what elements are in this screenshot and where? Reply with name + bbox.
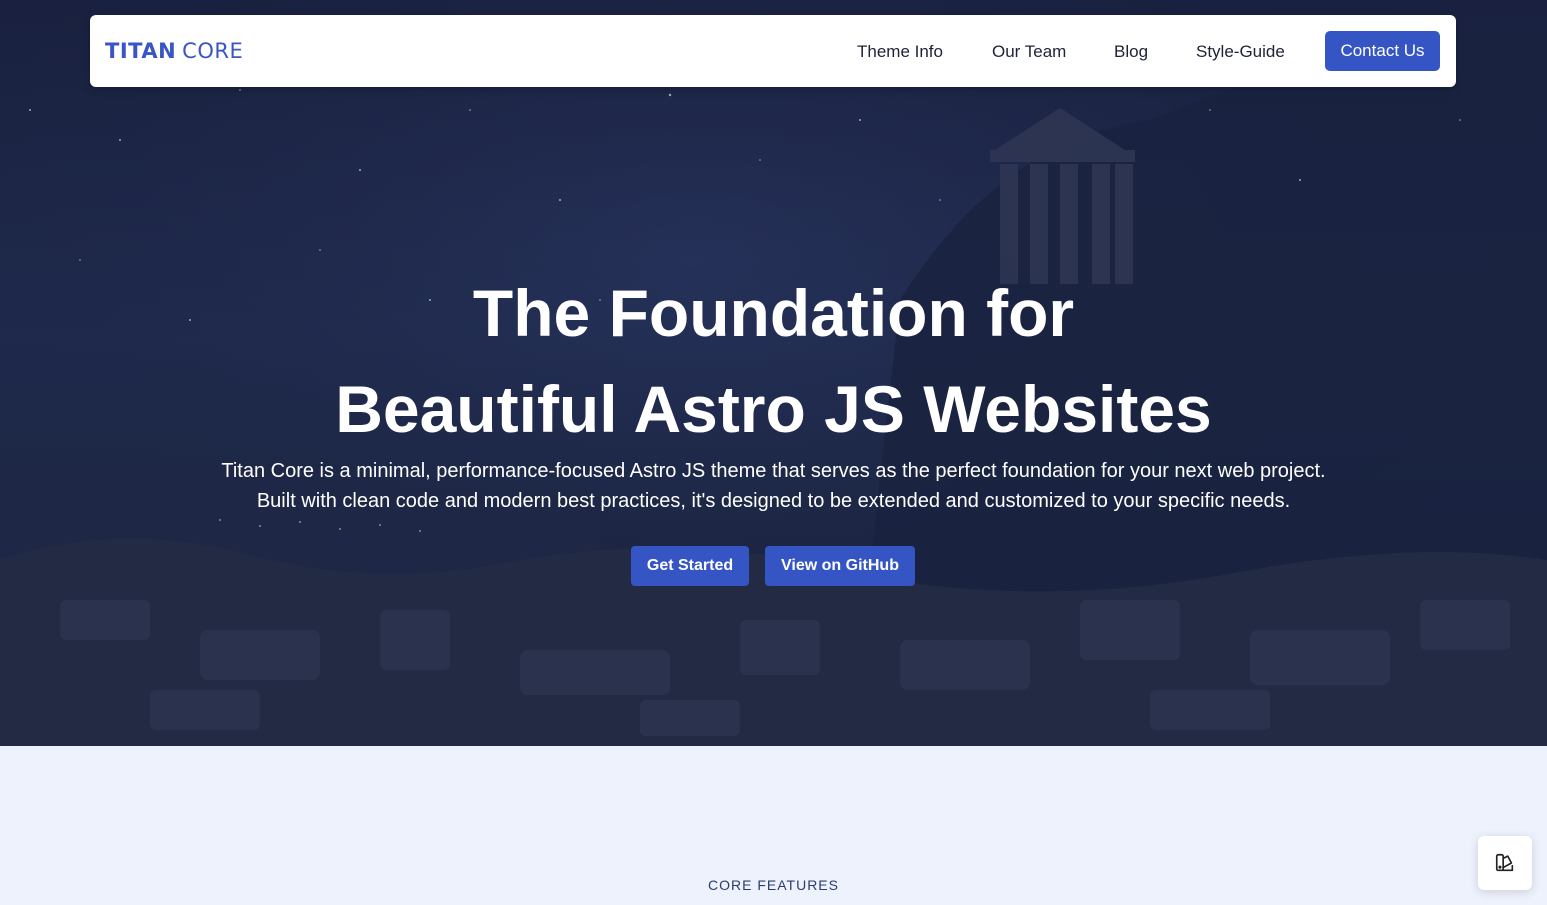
get-started-button[interactable]: Get Started (631, 546, 749, 586)
hero-description-line-1: Titan Core is a minimal, performance-foc… (221, 460, 1326, 482)
hero-section: The Foundation for Beautiful Astro JS We… (0, 0, 1547, 746)
nav-link-blog[interactable]: Blog (1114, 41, 1148, 63)
contact-us-button[interactable]: Contact Us (1325, 31, 1440, 71)
hero-title-line-1: The Foundation for (472, 276, 1075, 350)
hero-title-line-2: Beautiful Astro JS Websites (335, 372, 1212, 446)
site-logo[interactable]: TITAN CORE (105, 38, 243, 64)
nav-link-our-team[interactable]: Our Team (992, 41, 1066, 63)
hero-title: The Foundation for Beautiful Astro JS We… (0, 265, 1547, 457)
logo-text-core: CORE (182, 39, 244, 63)
nav-link-theme-info[interactable]: Theme Info (857, 41, 943, 63)
nav-link-style-guide[interactable]: Style-Guide (1196, 41, 1285, 63)
logo-text-titan: TITAN (105, 39, 177, 63)
hero-description: Titan Core is a minimal, performance-foc… (0, 456, 1547, 516)
palette-icon (1495, 853, 1514, 872)
view-on-github-button[interactable]: View on GitHub (765, 546, 915, 586)
hero-description-line-2: Built with clean code and modern best pr… (256, 490, 1291, 512)
core-features-eyebrow: CORE FEATURES (708, 877, 839, 893)
navbar: TITAN CORE Theme Info Our Team Blog Style… (90, 15, 1456, 87)
theme-toggle-button[interactable] (1478, 836, 1532, 890)
